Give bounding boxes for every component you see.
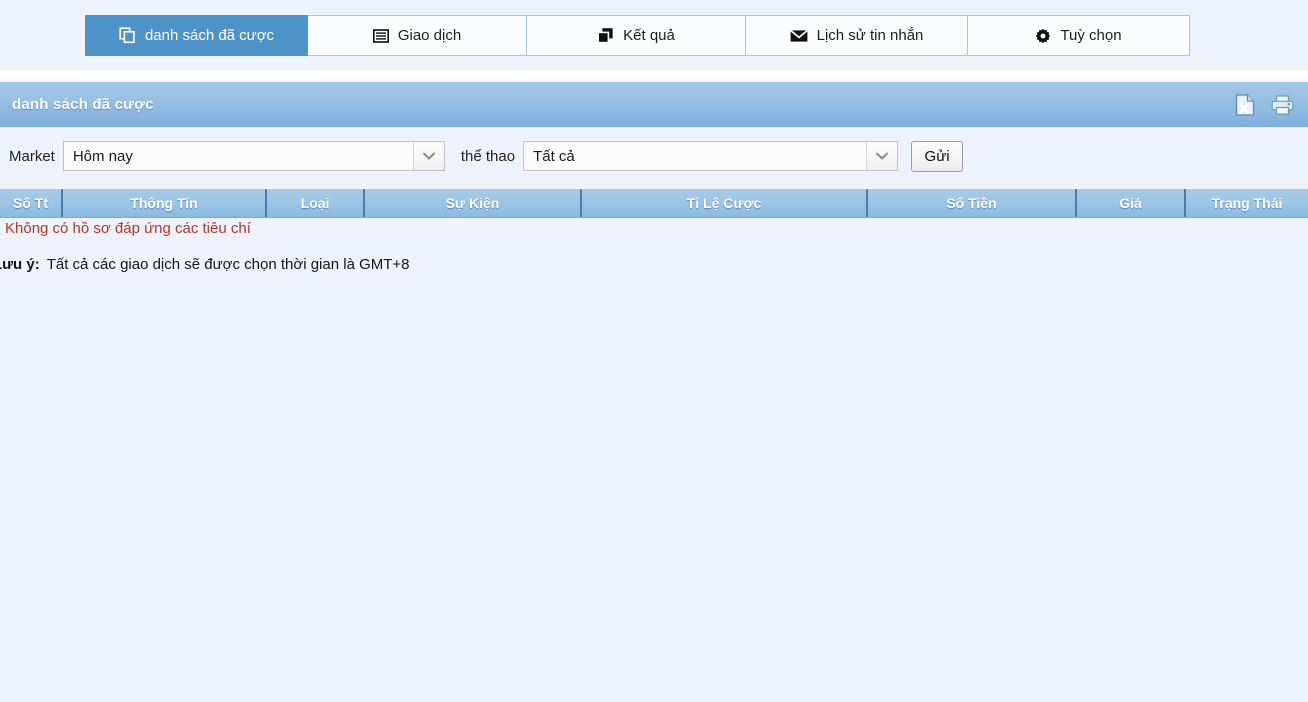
timezone-note: Lưu ý: Tất cả các giao dịch sẽ được chọn … <box>0 256 410 273</box>
sport-select-value: Tất cả <box>533 147 575 165</box>
market-select[interactable]: Hôm nay <box>62 141 445 171</box>
tab-label: danh sách đã cược <box>144 27 275 44</box>
table-column-header-thong_tin[interactable]: Thông Tin <box>63 189 267 217</box>
tab-giao-dich[interactable]: Giao dịch <box>308 15 527 56</box>
gear-icon <box>1035 28 1051 44</box>
tab-tuy-chon[interactable]: Tuỳ chọn <box>968 15 1190 56</box>
tab-ket-qua[interactable]: Kết quả <box>527 15 746 56</box>
tabbar-divider-strip <box>0 70 1308 82</box>
timezone-note-prefix: Lưu ý: <box>0 256 40 273</box>
content-area <box>0 286 1308 702</box>
table-column-header-su_kien[interactable]: Sự Kiện <box>365 189 582 217</box>
table-header-row: Số Tt Thông Tin Loại Sự Kiện Tỉ Lệ Cược Số Ti… <box>0 189 1308 218</box>
tab-label: Kết quả <box>623 27 675 44</box>
tab-danh-sach-da-cuoc[interactable]: danh sách đã cược <box>85 15 308 56</box>
table-column-header-so_tien[interactable]: Số Tiền <box>868 189 1077 217</box>
page-title: danh sách đã cược <box>12 96 154 113</box>
tab-label: Tuỳ chọn <box>1060 27 1122 44</box>
table-column-header-trang_thai[interactable]: Trạng Thái <box>1186 189 1308 217</box>
tab-bar: danh sách đã cược Giao dịch Kết quả Lịch… <box>0 0 1308 70</box>
filter-bar: Market Hôm nay thể thao Tất cả Gửi <box>0 127 1308 185</box>
panel-actions <box>1235 93 1294 116</box>
table-column-header-ti_le_cuoc[interactable]: Tỉ Lệ Cược <box>582 189 868 217</box>
envelope-icon <box>789 29 808 43</box>
tab-label: Giao dịch <box>397 27 462 44</box>
excel-export-icon[interactable] <box>1235 93 1255 116</box>
market-select-value: Hôm nay <box>72 147 133 165</box>
panel-header: danh sách đã cược <box>0 82 1308 127</box>
empty-state-message: Không có hồ sơ đáp ứng các tiêu chí <box>5 220 251 237</box>
tab-list: danh sách đã cược Giao dịch Kết quả Lịch… <box>85 15 1190 56</box>
windows-stack-icon <box>597 27 614 44</box>
table-column-header-gia[interactable]: Giá <box>1077 189 1186 217</box>
table-column-header-so_tt[interactable]: Số Tt <box>0 189 63 217</box>
timezone-note-text: Tất cả các giao dịch sẽ được chọn thời g… <box>46 256 410 273</box>
table-column-header-loai[interactable]: Loại <box>267 189 365 217</box>
market-label: Market <box>9 147 55 165</box>
copy-list-icon <box>119 27 136 44</box>
sport-select[interactable]: Tất cả <box>523 141 899 171</box>
submit-button[interactable]: Gửi <box>911 140 964 172</box>
tab-lich-su-tin-nhan[interactable]: Lịch sử tin nhắn <box>746 15 968 56</box>
chevron-down-icon <box>412 142 444 170</box>
printer-icon[interactable] <box>1271 94 1294 115</box>
sport-label: thể thao <box>460 147 516 165</box>
list-lines-icon <box>372 28 389 44</box>
tab-label: Lịch sử tin nhắn <box>816 27 924 44</box>
chevron-down-icon <box>866 142 898 170</box>
